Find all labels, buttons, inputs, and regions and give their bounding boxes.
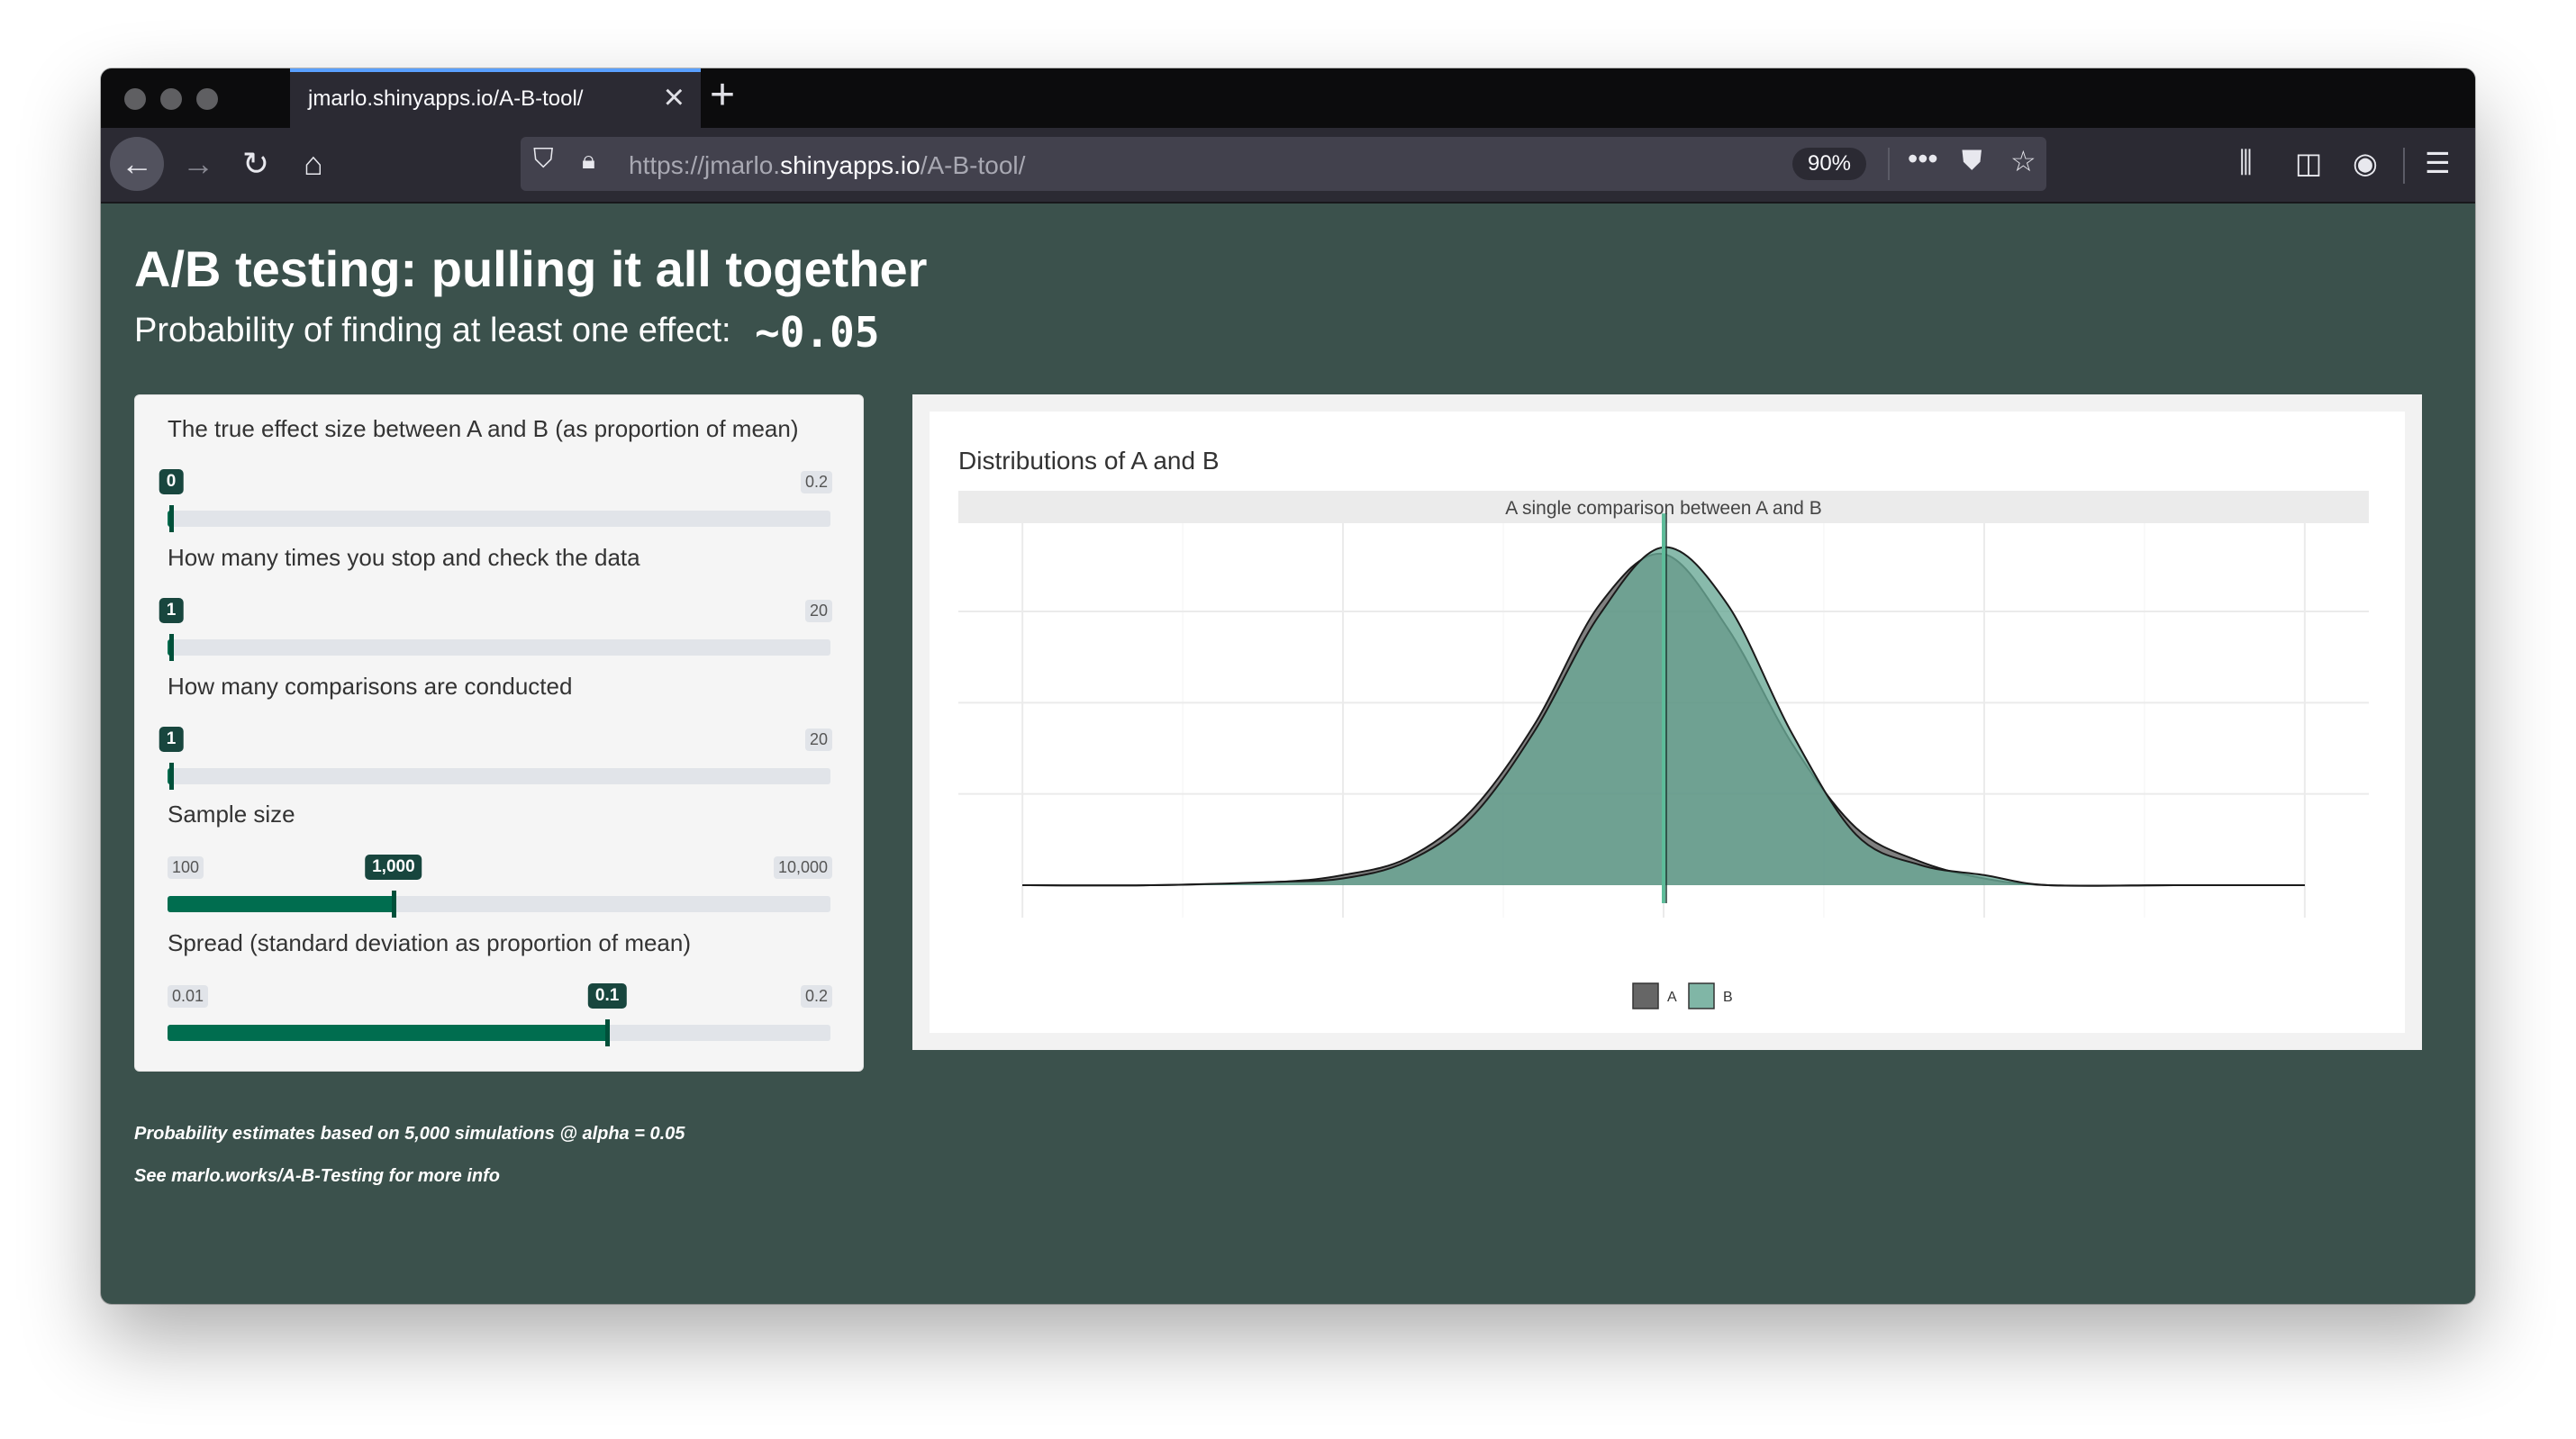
- close-tab-icon[interactable]: ×: [664, 79, 685, 115]
- slider-handle[interactable]: [605, 1019, 611, 1046]
- comparisons-slider[interactable]: How many comparisons are conducted 1 20 …: [159, 673, 832, 801]
- bookmark-star-icon[interactable]: ☆: [2010, 144, 2036, 178]
- slider-min: 100: [168, 856, 204, 879]
- library-icon[interactable]: ⫼: [2239, 146, 2253, 180]
- density-chart: Distributions of A and B A single compar…: [958, 447, 2369, 1009]
- slider-value: 1,000: [365, 855, 422, 880]
- slider-fill: [168, 1025, 608, 1041]
- page-content: A/B testing: pulling it all together Pro…: [101, 202, 2475, 1304]
- slider-label: How many comparisons are conducted: [168, 673, 573, 700]
- slider-track[interactable]: [168, 1019, 830, 1046]
- zoom-level[interactable]: 90%: [1792, 148, 1866, 180]
- toolbar-separator: [2403, 148, 2405, 184]
- nav-toolbar: ← → ↻ ⌂ ⛉ 🔒︎ https://jmarlo.shinyapps.io…: [101, 128, 2475, 204]
- sidebar-icon[interactable]: ◫: [2295, 146, 2322, 180]
- url-separator: [1888, 148, 1890, 180]
- sample-size-slider[interactable]: Sample size 100 10,000 1,000: [168, 801, 832, 928]
- slider-track[interactable]: [168, 891, 830, 918]
- slider-label: How many times you stop and check the da…: [168, 544, 640, 571]
- density-areas: [1022, 513, 2305, 903]
- slider-max: 0.2: [800, 985, 832, 1008]
- slider-max: 20: [804, 600, 832, 622]
- stop-check-slider[interactable]: How many times you stop and check the da…: [159, 544, 832, 672]
- legend-swatch-a: [1632, 982, 1659, 1009]
- legend: AB: [1632, 982, 1733, 1009]
- slider-max: 20: [804, 729, 832, 751]
- slider-handle[interactable]: [169, 763, 174, 790]
- slider-max: 0.2: [800, 471, 832, 493]
- slider-label: The true effect size between A and B (as…: [168, 415, 799, 442]
- tab-title: jmarlo.shinyapps.io/A-B-tool/: [308, 86, 584, 111]
- controls-panel: The true effect size between A and B (as…: [134, 394, 864, 1072]
- browser-window: jmarlo.shinyapps.io/A-B-tool/ × + ← → ↻ …: [101, 68, 2475, 1304]
- effect-size-slider[interactable]: The true effect size between A and B (as…: [159, 415, 832, 543]
- slider-value: 1: [159, 727, 184, 752]
- info-link-note: See marlo.works/A-B-Testing for more inf…: [134, 1166, 500, 1186]
- spread-slider[interactable]: Spread (standard deviation as proportion…: [168, 929, 832, 1057]
- slider-value: 0: [159, 469, 184, 494]
- forward-button[interactable]: →: [171, 137, 225, 191]
- slider-handle[interactable]: [169, 505, 174, 532]
- slider-value: 0.1: [587, 983, 627, 1009]
- slider-value: 1: [159, 598, 184, 623]
- chart-panel: Distributions of A and B A single compar…: [912, 394, 2422, 1050]
- slider-label: Spread (standard deviation as proportion…: [168, 929, 692, 956]
- tab-active[interactable]: jmarlo.shinyapps.io/A-B-tool/ ×: [290, 68, 701, 128]
- page-subtitle: Probability of finding at least one effe…: [134, 312, 731, 349]
- probability-value: ~0.05: [755, 308, 880, 357]
- url-text[interactable]: https://jmarlo.shinyapps.io/A-B-tool/: [629, 151, 1025, 180]
- legend-label-a: A: [1667, 990, 1677, 1005]
- slider-label: Sample size: [168, 801, 295, 828]
- tab-bar: jmarlo.shinyapps.io/A-B-tool/ × +: [101, 68, 2475, 128]
- menu-icon[interactable]: ☰: [2425, 146, 2451, 180]
- legend-label-b: B: [1723, 990, 1733, 1005]
- account-icon[interactable]: ◉: [2353, 146, 2378, 180]
- slider-handle[interactable]: [169, 634, 174, 661]
- reload-button[interactable]: ↻: [229, 137, 283, 191]
- close-window-button[interactable]: [124, 88, 146, 110]
- new-tab-icon[interactable]: +: [710, 70, 735, 121]
- slider-fill: [168, 896, 394, 912]
- slider-track[interactable]: [168, 505, 830, 532]
- chart-title: Distributions of A and B: [958, 447, 1220, 475]
- slider-min: 0.01: [168, 985, 209, 1008]
- back-button[interactable]: ←: [110, 137, 164, 191]
- chart-container: Distributions of A and B A single compar…: [930, 412, 2405, 1033]
- slider-track[interactable]: [168, 634, 830, 661]
- slider-track[interactable]: [168, 763, 830, 790]
- more-actions-icon[interactable]: •••: [1908, 142, 1938, 176]
- pocket-icon[interactable]: ⛊: [1962, 146, 1982, 176]
- home-button[interactable]: ⌂: [286, 137, 340, 191]
- minimize-window-button[interactable]: [160, 88, 182, 110]
- maximize-window-button[interactable]: [196, 88, 218, 110]
- slider-handle[interactable]: [391, 891, 396, 918]
- lock-icon[interactable]: 🔒︎: [582, 146, 595, 176]
- slider-max: 10,000: [773, 856, 832, 879]
- simulation-note: Probability estimates based on 5,000 sim…: [134, 1124, 685, 1144]
- legend-swatch-b: [1688, 982, 1715, 1009]
- page-title: A/B testing: pulling it all together: [134, 240, 928, 297]
- shield-icon[interactable]: ⛉: [533, 144, 554, 175]
- url-bar[interactable]: ⛉ 🔒︎ https://jmarlo.shinyapps.io/A-B-too…: [521, 137, 2046, 191]
